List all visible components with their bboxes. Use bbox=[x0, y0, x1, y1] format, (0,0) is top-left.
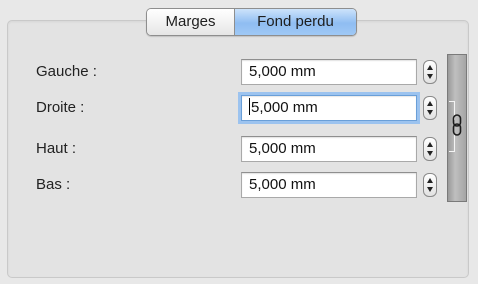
label-droite: Droite : bbox=[36, 99, 85, 116]
gauche-stepper[interactable] bbox=[423, 60, 437, 84]
stepper-down-icon[interactable] bbox=[427, 151, 433, 156]
tab-marges[interactable]: Marges bbox=[147, 9, 235, 35]
stepper-down-icon[interactable] bbox=[427, 110, 433, 115]
text-caret bbox=[249, 98, 250, 115]
bas-stepper[interactable] bbox=[423, 173, 437, 197]
haut-stepper[interactable] bbox=[423, 137, 437, 161]
label-haut: Haut : bbox=[36, 140, 77, 157]
droite-input-value: 5,000 mm bbox=[251, 99, 318, 116]
stepper-up-icon[interactable] bbox=[427, 65, 433, 70]
label-bas: Bas : bbox=[36, 176, 71, 193]
row-haut: Haut : 5,000 mm bbox=[0, 136, 478, 164]
stepper-up-icon[interactable] bbox=[427, 101, 433, 106]
bas-input[interactable]: 5,000 mm bbox=[241, 172, 417, 198]
gauche-input[interactable]: 5,000 mm bbox=[241, 59, 417, 85]
droite-input[interactable]: 5,000 mm bbox=[241, 95, 417, 121]
tab-fond-perdu[interactable]: Fond perdu bbox=[235, 9, 356, 35]
label-gauche: Gauche : bbox=[36, 63, 97, 80]
tab-bar: Marges Fond perdu bbox=[146, 8, 357, 36]
haut-input[interactable]: 5,000 mm bbox=[241, 136, 417, 162]
row-bas: Bas : 5,000 mm bbox=[0, 172, 478, 200]
droite-stepper[interactable] bbox=[423, 96, 437, 120]
row-gauche: Gauche : 5,000 mm bbox=[0, 59, 478, 87]
stepper-up-icon[interactable] bbox=[427, 178, 433, 183]
stepper-down-icon[interactable] bbox=[427, 187, 433, 192]
row-droite: Droite : 5,000 mm bbox=[0, 95, 478, 123]
chain-link-icon[interactable] bbox=[452, 114, 462, 136]
stepper-up-icon[interactable] bbox=[427, 142, 433, 147]
stepper-down-icon[interactable] bbox=[427, 74, 433, 79]
